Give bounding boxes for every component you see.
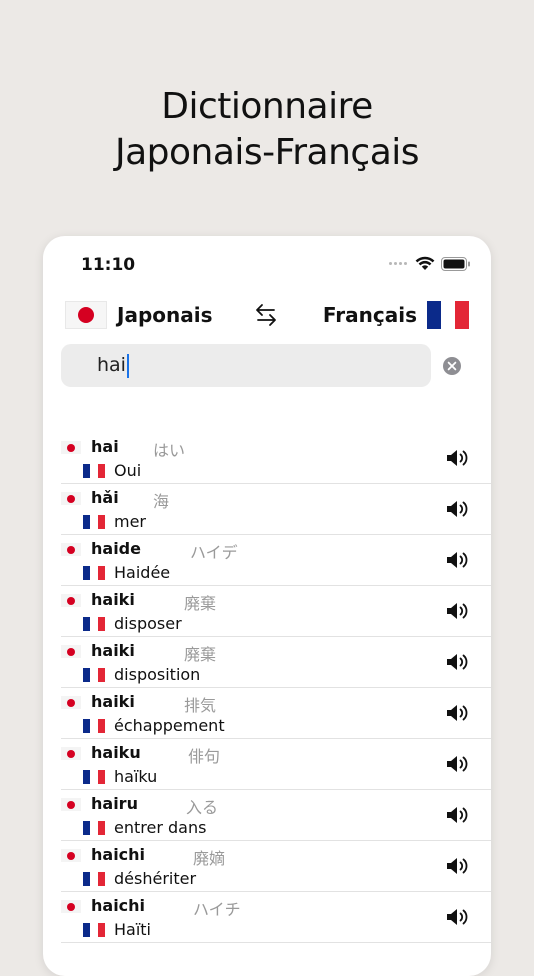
france-flag-icon <box>83 923 105 937</box>
result-translation: disposer <box>114 614 182 633</box>
japan-flag-icon <box>61 441 81 454</box>
speaker-icon[interactable] <box>445 804 471 826</box>
result-row[interactable]: haiki 廃棄 disposer <box>61 586 491 637</box>
wifi-icon <box>415 256 435 270</box>
result-kana: 廃嫡 <box>193 849 226 868</box>
speaker-icon[interactable] <box>445 702 471 724</box>
france-flag-icon <box>83 770 105 784</box>
result-kana: ハイデ <box>190 543 238 562</box>
japan-flag-icon <box>61 747 81 760</box>
japan-flag-icon <box>61 696 81 709</box>
result-row[interactable]: hairu 入る entrer dans <box>61 790 491 841</box>
search-input[interactable]: hai <box>97 344 129 387</box>
japan-flag-icon <box>61 543 81 556</box>
result-kana: 海 <box>153 492 170 511</box>
source-language-button[interactable]: Japonais <box>117 303 213 327</box>
result-romaji: haiku <box>91 743 141 762</box>
result-kana: 入る <box>186 798 219 817</box>
result-romaji: haide <box>91 539 141 558</box>
target-language-button[interactable]: Français <box>323 303 417 327</box>
result-row[interactable]: haichi 廃嫡 déshériter <box>61 841 491 892</box>
result-translation: haïku <box>114 767 158 786</box>
result-row[interactable]: haiki 排気 échappement <box>61 688 491 739</box>
promo-headline: Dictionnaire Japonais-Français <box>0 84 534 176</box>
result-row[interactable]: haide ハイデ Haidée <box>61 535 491 586</box>
search-field[interactable]: hai <box>61 344 431 387</box>
result-kana: ハイチ <box>193 900 241 919</box>
battery-icon <box>441 256 470 271</box>
speaker-icon[interactable] <box>445 447 471 469</box>
result-kana: 廃棄 <box>184 645 217 664</box>
result-translation: mer <box>114 512 147 531</box>
speaker-icon[interactable] <box>445 651 471 673</box>
result-translation: entrer dans <box>114 818 207 837</box>
text-caret <box>126 353 129 378</box>
speaker-icon[interactable] <box>445 753 471 775</box>
result-romaji: haiki <box>91 590 135 609</box>
france-flag-icon <box>427 301 469 329</box>
france-flag-icon <box>83 821 105 835</box>
france-flag-icon <box>83 617 105 631</box>
result-kana: はい <box>153 441 186 460</box>
clear-search-icon[interactable] <box>442 356 462 376</box>
results-list: hai はい Oui hǎi 海 mer haide ハイデ Haidée haiki 廃棄 disp… <box>43 433 491 943</box>
result-romaji: hairu <box>91 794 138 813</box>
result-kana: 排気 <box>184 696 217 715</box>
result-romaji: hǎi <box>91 488 119 507</box>
japan-flag-icon <box>65 301 107 329</box>
swap-languages-icon[interactable] <box>254 302 278 328</box>
france-flag-icon <box>83 464 105 478</box>
japan-flag-icon <box>61 594 81 607</box>
headline-line-2: Japonais-Français <box>114 132 420 173</box>
japan-flag-icon <box>61 645 81 658</box>
france-flag-icon <box>83 719 105 733</box>
result-romaji: hai <box>91 437 119 456</box>
result-translation: disposition <box>114 665 201 684</box>
speaker-icon[interactable] <box>445 498 471 520</box>
status-indicators <box>389 256 471 271</box>
france-flag-icon <box>83 668 105 682</box>
result-translation: Oui <box>114 461 142 480</box>
japan-flag-icon <box>61 900 81 913</box>
result-translation: Haïti <box>114 920 151 939</box>
france-flag-icon <box>83 515 105 529</box>
language-bar: Japonais Français <box>43 296 491 336</box>
result-row[interactable]: hai はい Oui <box>61 433 491 484</box>
search-value: hai <box>97 354 126 376</box>
cellular-signal-icon <box>389 262 407 265</box>
result-row[interactable]: haiki 廃棄 disposition <box>61 637 491 688</box>
speaker-icon[interactable] <box>445 549 471 571</box>
france-flag-icon <box>83 872 105 886</box>
result-romaji: haichi <box>91 845 146 864</box>
status-time: 11:10 <box>81 255 136 275</box>
result-romaji: haiki <box>91 641 135 660</box>
result-row[interactable]: haichi ハイチ Haïti <box>61 892 491 943</box>
result-translation: déshériter <box>114 869 197 888</box>
result-row[interactable]: hǎi 海 mer <box>61 484 491 535</box>
phone-screen: 11:10 Japonais Français hai hai はい Oui h… <box>43 236 491 976</box>
japan-flag-icon <box>61 849 81 862</box>
result-kana: 俳句 <box>188 747 221 766</box>
result-translation: échappement <box>114 716 225 735</box>
result-row[interactable]: haiku 俳句 haïku <box>61 739 491 790</box>
japan-flag-icon <box>61 798 81 811</box>
result-kana: 廃棄 <box>184 594 217 613</box>
france-flag-icon <box>83 566 105 580</box>
result-romaji: haichi <box>91 896 146 915</box>
headline-line-1: Dictionnaire <box>161 86 373 127</box>
speaker-icon[interactable] <box>445 600 471 622</box>
japan-flag-icon <box>61 492 81 505</box>
speaker-icon[interactable] <box>445 855 471 877</box>
result-romaji: haiki <box>91 692 135 711</box>
speaker-icon[interactable] <box>445 906 471 928</box>
result-translation: Haidée <box>114 563 171 582</box>
